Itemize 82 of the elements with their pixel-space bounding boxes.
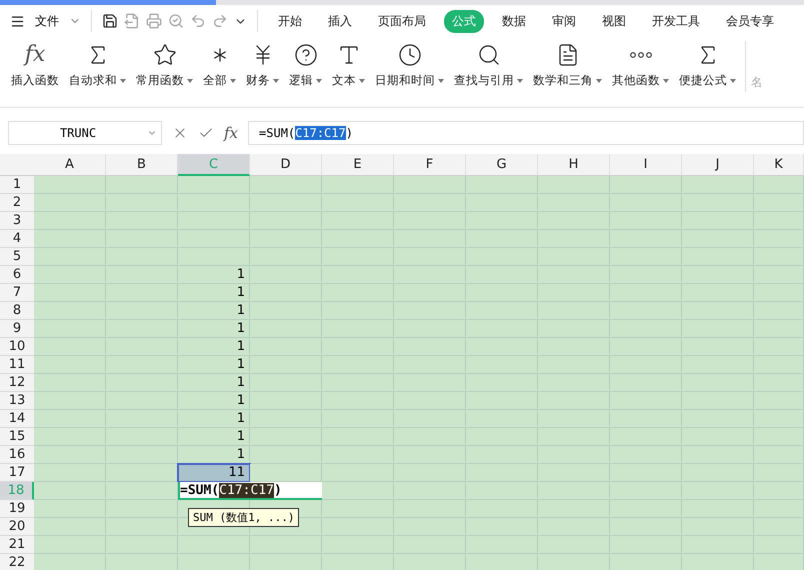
- row-header[interactable]: 21: [0, 536, 34, 554]
- row-header[interactable]: 14: [0, 410, 34, 428]
- row-header[interactable]: 3: [0, 212, 34, 230]
- row-header[interactable]: 5: [0, 248, 34, 266]
- menu-tab[interactable]: 数据: [494, 10, 534, 32]
- menu-tab[interactable]: 视图: [594, 10, 634, 32]
- row-header[interactable]: 20: [0, 518, 34, 536]
- save-icon[interactable]: [102, 13, 118, 29]
- table-cell: 1: [178, 302, 250, 320]
- column-header[interactable]: F: [394, 154, 466, 176]
- menu-icon[interactable]: [10, 14, 25, 28]
- question-icon: [294, 43, 318, 67]
- row-header[interactable]: 6: [0, 266, 34, 284]
- ribbon-button[interactable]: 全部: [198, 41, 241, 90]
- ribbon-button[interactable]: 逻辑: [284, 41, 327, 90]
- ribbon-button[interactable]: fx 插入函数: [6, 41, 64, 90]
- ribbon-button[interactable]: 文本: [327, 41, 370, 90]
- column-header[interactable]: K: [754, 154, 804, 176]
- table-cell: 1: [178, 428, 250, 446]
- function-icon[interactable]: fx: [224, 124, 238, 142]
- preview-icon[interactable]: [168, 13, 184, 29]
- row-header[interactable]: 13: [0, 392, 34, 410]
- row-header[interactable]: 7: [0, 284, 34, 302]
- row-header[interactable]: 16: [0, 446, 34, 464]
- table-cell: 1: [178, 320, 250, 338]
- ribbon-button[interactable]: 便捷公式: [674, 41, 741, 90]
- column-header[interactable]: H: [538, 154, 610, 176]
- menu-tab[interactable]: 会员专享: [718, 10, 782, 32]
- function-icon: fx: [24, 43, 46, 67]
- row-header[interactable]: 4: [0, 230, 34, 248]
- ribbon-button[interactable]: 查找与引用: [449, 41, 528, 90]
- row-header[interactable]: 19: [0, 500, 34, 518]
- row-header[interactable]: 9: [0, 320, 34, 338]
- star-icon: [152, 43, 176, 67]
- formula-input[interactable]: =SUM(C17:C17): [248, 121, 804, 145]
- ribbon-button[interactable]: 数学和三角: [528, 41, 607, 90]
- table-cell: 1: [178, 392, 250, 410]
- column-header[interactable]: I: [610, 154, 682, 176]
- row-header[interactable]: 15: [0, 428, 34, 446]
- search-icon: [476, 43, 500, 67]
- row-header[interactable]: 12: [0, 374, 34, 392]
- cell-editor[interactable]: =SUM(C17:C17): [178, 482, 322, 500]
- redo-icon[interactable]: [212, 13, 228, 29]
- column-header[interactable]: D: [250, 154, 322, 176]
- column-header[interactable]: A: [34, 154, 106, 176]
- row-header[interactable]: 17: [0, 464, 34, 482]
- table-cell: 11: [178, 464, 250, 482]
- row-header[interactable]: 1: [0, 176, 34, 194]
- row-header[interactable]: 2: [0, 194, 34, 212]
- table-cell: 1: [178, 266, 250, 284]
- column-header[interactable]: J: [682, 154, 754, 176]
- row-header[interactable]: 10: [0, 338, 34, 356]
- table-cell: 1: [178, 374, 250, 392]
- ellipsis-icon: [630, 52, 652, 58]
- export-icon[interactable]: [124, 13, 140, 29]
- row-header[interactable]: 22: [0, 554, 34, 570]
- table-cell: 1: [178, 356, 250, 374]
- ribbon-button[interactable]: 财务: [241, 41, 284, 90]
- ribbon-button[interactable]: 自动求和: [64, 41, 131, 90]
- row-header[interactable]: 8: [0, 302, 34, 320]
- clock-icon: [398, 43, 422, 67]
- function-tooltip: SUM (数值1, ...): [188, 508, 300, 527]
- menu-tab[interactable]: 开发工具: [644, 10, 708, 32]
- name-box[interactable]: TRUNC: [8, 121, 162, 145]
- column-header[interactable]: B: [106, 154, 178, 176]
- print-icon[interactable]: [146, 13, 162, 29]
- ribbon-button[interactable]: 常用函数: [131, 41, 198, 90]
- menu-tab[interactable]: 插入: [320, 10, 360, 32]
- ribbon-button[interactable]: 日期和时间: [370, 41, 449, 90]
- column-header[interactable]: G: [466, 154, 538, 176]
- file-menu[interactable]: 文件: [31, 12, 63, 30]
- table-cell: 1: [178, 446, 250, 464]
- menu-tab[interactable]: 审阅: [544, 10, 584, 32]
- menu-tab[interactable]: 开始: [270, 10, 310, 32]
- row-header[interactable]: 11: [0, 356, 34, 374]
- table-cell: 1: [178, 284, 250, 302]
- ribbon-button[interactable]: 其他函数: [607, 41, 674, 90]
- table-cell: 1: [178, 410, 250, 428]
- undo-icon[interactable]: [190, 13, 206, 29]
- table-cell: 1: [178, 338, 250, 356]
- column-header[interactable]: E: [322, 154, 394, 176]
- menu-tab[interactable]: 页面布局: [370, 10, 434, 32]
